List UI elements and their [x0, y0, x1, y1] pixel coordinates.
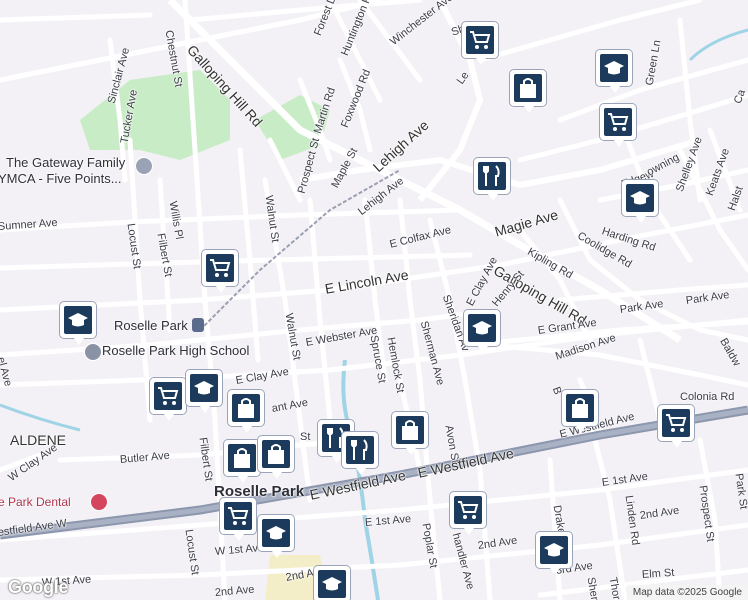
place-label-high-school[interactable]: Roselle Park High School: [102, 344, 249, 357]
ymca-icon[interactable]: [135, 157, 153, 175]
train-station-icon[interactable]: [192, 318, 204, 332]
school-icon: [600, 54, 628, 82]
school-icon: [468, 314, 496, 342]
grocery-marker[interactable]: [220, 498, 256, 541]
restaurant-icon: [478, 162, 506, 190]
school-marker[interactable]: [314, 566, 350, 600]
school-icon: [626, 184, 654, 212]
street-label: Elm St: [641, 566, 675, 581]
grocery-icon: [604, 108, 632, 136]
school-icon: [262, 519, 290, 547]
shopping-bag-marker[interactable]: [392, 412, 428, 455]
school-marker[interactable]: [536, 532, 572, 575]
school-marker[interactable]: [622, 180, 658, 223]
place-label-aldene: ALDENE: [10, 432, 67, 448]
shopping-bag-marker[interactable]: [228, 390, 264, 433]
grocery-icon: [454, 496, 482, 524]
park-area: [80, 70, 230, 160]
school-marker[interactable]: [464, 310, 500, 353]
dental-icon[interactable]: [90, 493, 108, 511]
stream: [0, 403, 81, 432]
school-marker[interactable]: [596, 50, 632, 93]
shopping-bag-icon: [228, 444, 256, 472]
grocery-marker[interactable]: [450, 492, 486, 535]
school-icon: [190, 374, 218, 402]
school-icon: [540, 536, 568, 564]
place-label-ymca-2[interactable]: YMCA - Five Points...: [0, 172, 122, 185]
shopping-bag-icon: [232, 394, 260, 422]
school-icon: [318, 570, 346, 598]
shopping-bag-icon: [514, 74, 542, 102]
grocery-marker[interactable]: [658, 405, 694, 448]
school-icon: [64, 306, 92, 334]
school-marker[interactable]: [60, 302, 96, 345]
place-label-station[interactable]: Roselle Park: [114, 319, 188, 332]
grocery-marker[interactable]: [462, 22, 498, 65]
shopping-bag-marker[interactable]: [562, 390, 598, 433]
google-logo: Google: [8, 577, 69, 597]
school-marker[interactable]: [186, 370, 222, 413]
grocery-marker[interactable]: [150, 378, 186, 421]
map-attribution: Map data ©2025 Google: [626, 585, 748, 600]
shopping-bag-icon: [396, 416, 424, 444]
shopping-bag-marker[interactable]: [510, 70, 546, 113]
restaurant-marker[interactable]: [342, 432, 378, 475]
street-label: St: [300, 431, 311, 443]
grocery-icon: [224, 502, 252, 530]
restaurant-marker[interactable]: [474, 158, 510, 201]
place-label-town: Roselle Park: [214, 483, 305, 500]
shopping-bag-marker[interactable]: [258, 436, 294, 479]
stream: [688, 28, 748, 62]
place-label-ymca[interactable]: The Gateway Family: [6, 156, 125, 169]
grocery-icon: [466, 26, 494, 54]
map-canvas[interactable]: Forest Dr Huntington Rd Winchester Ave S…: [0, 0, 748, 600]
street-label: Colonia Rd: [680, 391, 735, 403]
grocery-icon: [662, 409, 690, 437]
grocery-marker[interactable]: [600, 104, 636, 147]
school-marker[interactable]: [258, 515, 294, 558]
restaurant-icon: [346, 436, 374, 464]
school-place-icon[interactable]: [84, 343, 102, 361]
shopping-bag-icon: [566, 394, 594, 422]
grocery-icon: [154, 382, 182, 410]
grocery-icon: [206, 254, 234, 282]
shopping-bag-marker[interactable]: [224, 440, 260, 483]
shopping-bag-icon: [262, 440, 290, 468]
grocery-marker[interactable]: [202, 250, 238, 293]
place-label-dental[interactable]: e Park Dental: [0, 496, 71, 508]
